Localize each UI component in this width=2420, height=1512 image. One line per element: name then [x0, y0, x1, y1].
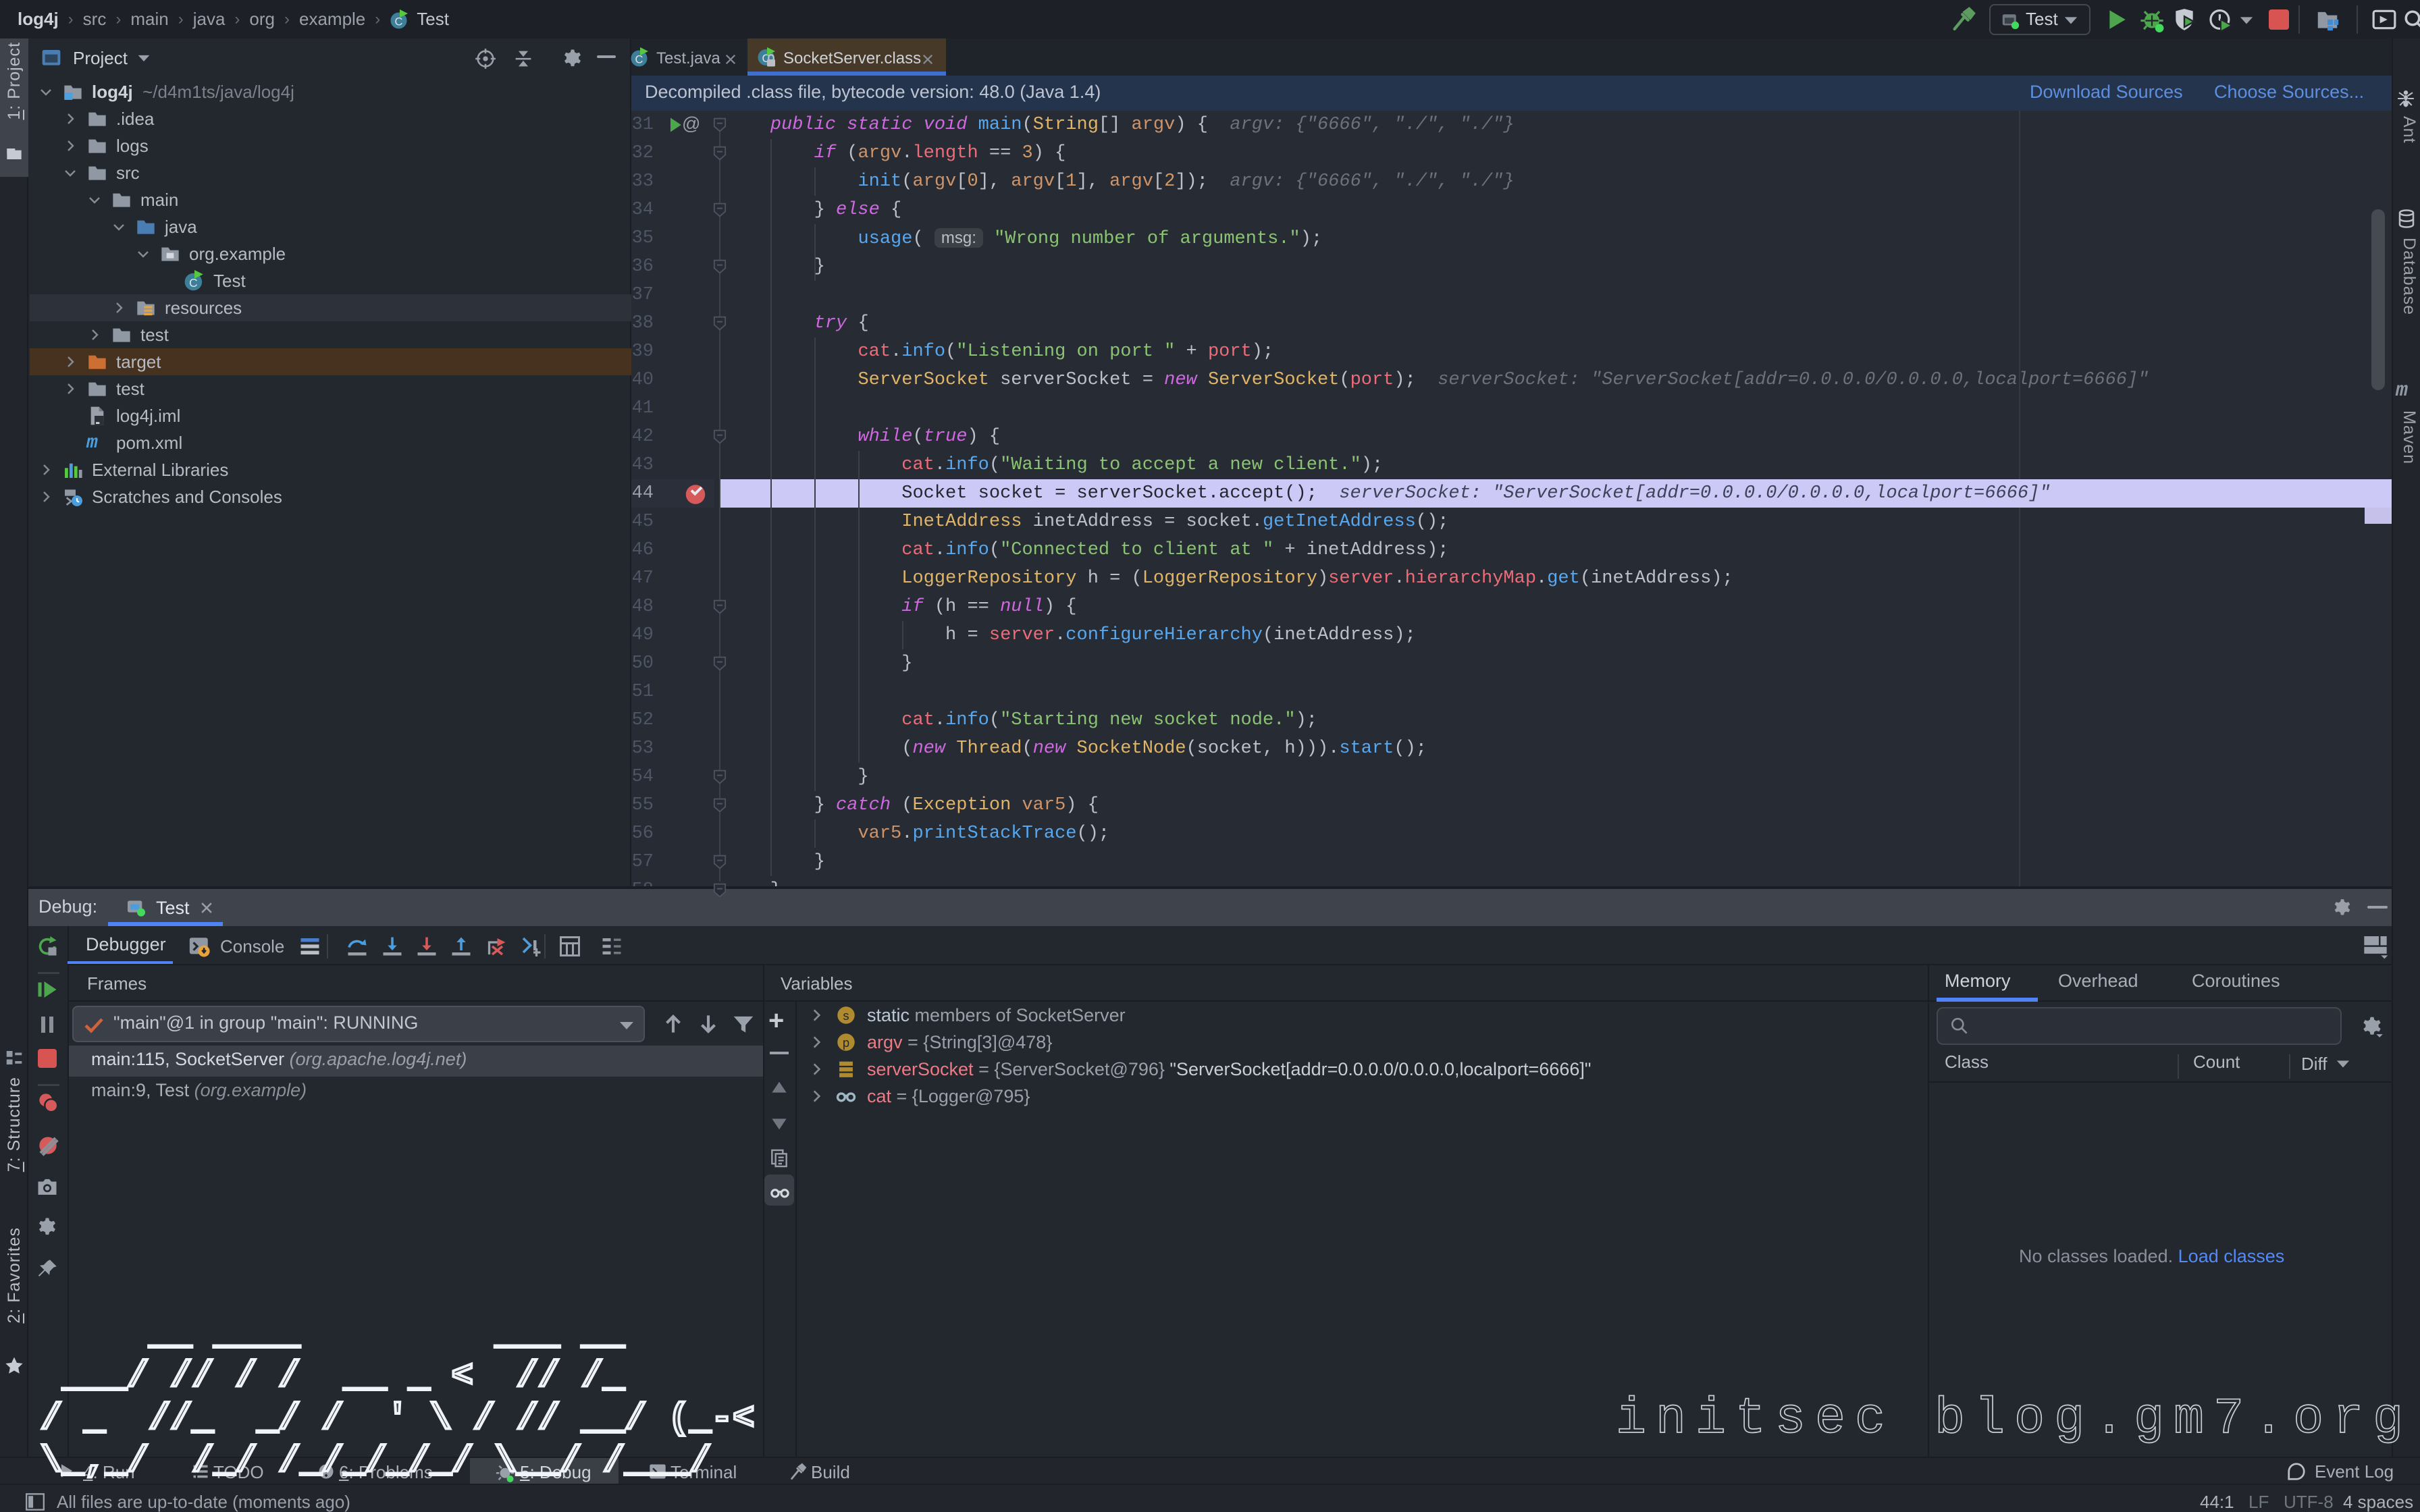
svg-text:p: p	[843, 1035, 849, 1050]
svg-text:C: C	[189, 276, 198, 290]
svg-text:s: s	[843, 1008, 849, 1023]
svg-text:C: C	[635, 53, 643, 65]
svg-text:C: C	[395, 16, 403, 28]
